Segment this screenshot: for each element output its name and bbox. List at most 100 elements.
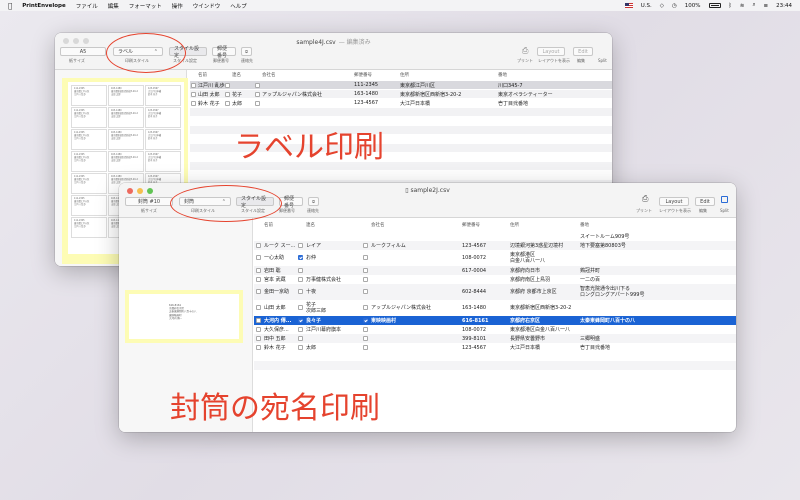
edit-button[interactable]: Edit [573,47,593,56]
table-row[interactable] [254,361,736,370]
bluetooth-icon[interactable]: ᛒ [729,3,732,9]
table-row[interactable]: 鈴木 花子 太郎 123-4567 大江戸日本橋 壱丁目弐番地 [190,99,612,107]
table-row[interactable]: 大河内 傳... 良々子 東映映画村 616-8161 京都府右京区 太秦東蜂岡町八百十の… [254,316,736,325]
row-checkbox[interactable] [225,91,230,97]
layout-button[interactable]: Layout [659,197,689,206]
row-checkbox[interactable] [256,289,261,294]
paper-size-popup[interactable]: 封筒 #10 [125,197,173,206]
row-checkbox[interactable] [298,267,303,273]
printer-icon[interactable]: ⎙ [642,194,648,204]
column-header[interactable]: 郵便番号 [462,222,480,228]
contacts-button[interactable]: ⍝ [241,47,252,56]
row-checkbox[interactable] [256,326,261,332]
row-checkbox[interactable] [256,255,261,260]
row-checkbox[interactable] [191,91,196,97]
envelope-preview[interactable]: 616-8161 京都府右京区 太秦東蜂岡町八百十の八 東映映画村 大河内 傳.… [125,290,243,343]
row-checkbox[interactable] [363,289,368,294]
table-row[interactable]: 宮本 武蔵 万事健株式会社 京都府南区上鳥羽 一二の百 [254,275,736,284]
row-checkbox[interactable] [298,344,303,350]
contacts-button[interactable]: ⍝ [308,197,319,206]
postal-button[interactable]: 郵便番号 [279,196,303,209]
row-checkbox[interactable] [363,326,368,332]
row-checkbox[interactable] [363,267,368,273]
row-checkbox[interactable] [363,335,368,341]
input-source[interactable]: U.S. [641,3,652,9]
row-checkbox[interactable] [298,242,303,248]
row-checkbox[interactable] [191,100,196,106]
row-checkbox[interactable] [256,242,261,248]
search-icon[interactable]: ⌕ [752,2,755,9]
menu-item[interactable]: ヘルプ [230,2,247,10]
row-checkbox[interactable] [255,91,260,97]
row-checkbox[interactable] [256,276,261,282]
apple-menu-icon[interactable]:  [8,2,12,10]
flag-icon[interactable] [624,3,633,8]
column-header[interactable]: 番地 [580,222,589,228]
row-checkbox[interactable] [363,242,368,248]
edit-button[interactable]: Edit [695,197,715,206]
row-checkbox[interactable] [363,305,368,310]
battery-icon[interactable] [708,3,721,8]
table-row[interactable]: 岩田 聡 617-0004 京都府向日市 鶏冠井町 [254,266,736,275]
row-checkbox[interactable] [298,335,303,341]
row-checkbox[interactable] [298,326,303,332]
table-row[interactable] [190,171,612,179]
row-checkbox[interactable] [255,82,260,88]
table-row[interactable]: 鈴木 花子 太郎 123-4567 大江戸日本橋 壱丁目弐番地 [254,343,736,352]
column-header[interactable]: 名前 [264,222,273,228]
layout-button[interactable]: Layout [537,47,565,56]
menu-item[interactable]: 操作 [172,2,183,10]
row-checkbox[interactable] [191,82,196,88]
row-checkbox[interactable] [225,82,230,88]
table-row[interactable]: 大久保彦... 江戸川幕府旗本 108-0072 東京都港区白金八百八一八 [254,325,736,334]
row-checkbox[interactable] [298,317,303,323]
menu-item[interactable]: ファイル [76,2,98,10]
table-row[interactable] [254,352,736,361]
split-view-icon[interactable] [721,196,728,203]
menu-item[interactable]: フォーマット [129,2,162,10]
column-header[interactable]: 連名 [306,222,315,228]
column-header[interactable]: 連名 [232,72,241,78]
table-row[interactable]: 田中 五郎 399-8101 長野県安曇野市 三郷明盛 [254,334,736,343]
row-checkbox[interactable] [298,289,303,294]
column-header[interactable]: 住所 [400,72,409,78]
row-checkbox[interactable] [363,344,368,350]
paper-size-popup[interactable]: A5 [60,47,106,56]
row-checkbox[interactable] [256,344,261,350]
column-header[interactable]: 郵便番号 [354,72,372,78]
column-header[interactable]: 番地 [498,72,507,78]
wifi-icon[interactable]: ≋ [740,3,745,9]
table-row[interactable]: 山田 太郎 花子 次郎三郎 アップルジャパン株式会社 163-1480 東京都新宿区西新宿… [254,300,736,316]
table-row[interactable]: 金田一京助 十夜 602-8444 京都府 京都市上京区 智恵光院通今出川下る ロングロン… [254,284,736,300]
row-checkbox[interactable] [255,100,260,106]
row-checkbox[interactable] [256,267,261,273]
row-checkbox[interactable] [256,317,261,323]
postal-button[interactable]: 郵便番号 [212,46,236,59]
control-center-icon[interactable]: ≡ [764,3,769,9]
column-header[interactable]: 住所 [510,222,519,228]
row-checkbox[interactable] [298,305,303,310]
row-checkbox[interactable] [298,255,303,260]
battery-percent[interactable]: 100% [685,3,701,9]
table-row[interactable]: 山田 太郎 花子 アップルジャパン株式会社 163-1480 東京都新宿区西新宿3-20… [190,90,612,98]
row-checkbox[interactable] [256,335,261,341]
row-checkbox[interactable] [298,276,303,282]
printer-icon[interactable]: ⎙ [522,46,528,56]
clock[interactable]: 23:44 [776,3,792,9]
table-row[interactable]: スイートルーム909号 [254,232,736,241]
app-menu[interactable]: PrintEnvelope [22,3,66,9]
dropbox-icon[interactable]: ◇ [660,3,664,9]
table-row[interactable] [190,108,612,116]
table-row[interactable]: 江戸川 乱歩 111-2345 東京都江戸川区 川口345-7 [190,81,612,89]
menu-item[interactable]: 編集 [108,2,119,10]
menu-item[interactable]: ウインドウ [193,2,221,10]
table-row[interactable] [254,370,736,379]
column-header[interactable]: 名前 [198,72,207,78]
row-checkbox[interactable] [363,276,368,282]
table-row[interactable]: 一心太助 お仲 108-0072 東京都港区 白金八百八一八 [254,250,736,266]
row-checkbox[interactable] [256,305,261,310]
row-checkbox[interactable] [363,255,368,260]
column-header[interactable]: 会社名 [262,72,276,78]
time-machine-icon[interactable]: ◷ [672,3,677,9]
row-checkbox[interactable] [363,317,368,323]
